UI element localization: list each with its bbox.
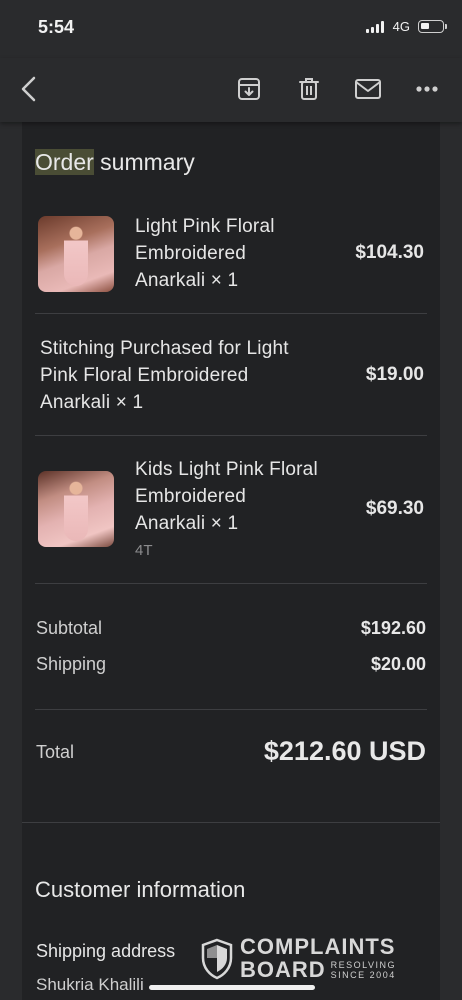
subtotal-label: Subtotal bbox=[36, 618, 103, 638]
trash-icon[interactable] bbox=[294, 74, 324, 104]
more-icon[interactable] bbox=[412, 74, 442, 104]
product-name-line: Anarkali × 1 bbox=[40, 392, 144, 413]
product-name-line: Kids Light Pink Floral bbox=[135, 459, 318, 480]
signal-icon bbox=[365, 20, 384, 33]
back-icon[interactable] bbox=[14, 74, 44, 104]
product-name-line: Embroidered bbox=[135, 243, 246, 264]
status-bar: 5:54 4G bbox=[0, 0, 462, 58]
status-indicators: 4G bbox=[365, 19, 447, 34]
shipping-value: $20.00 bbox=[370, 654, 426, 674]
total-label: Total bbox=[36, 742, 75, 762]
subtotal-value: $192.60 bbox=[360, 618, 426, 638]
home-indicator[interactable] bbox=[149, 985, 315, 990]
shield-logo-icon bbox=[201, 938, 233, 980]
item-divider bbox=[35, 583, 427, 584]
customer-name: Shukria Khalili bbox=[36, 975, 144, 994]
product-name-line: Light Pink Floral bbox=[135, 216, 275, 237]
product-name-line: Anarkali × 1 bbox=[135, 270, 239, 291]
email-body: Order summary Light Pink Floral Embroide… bbox=[22, 122, 440, 1000]
product-image[interactable] bbox=[38, 216, 114, 292]
product-name: Kids Light Pink Floral Embroidered Anark… bbox=[135, 456, 318, 537]
watermark-tag2: SINCE 2004 bbox=[330, 970, 396, 980]
search-highlight: Order bbox=[35, 149, 94, 175]
status-time: 5:54 bbox=[38, 17, 75, 37]
product-name-line: Stitching Purchased for Light bbox=[40, 338, 289, 359]
item-divider bbox=[35, 313, 427, 314]
product-image[interactable] bbox=[38, 471, 114, 547]
complaints-board-watermark: COMPLAINTS BOARD RESOLVING SINCE 2004 bbox=[200, 934, 420, 984]
shipping-label: Shipping bbox=[36, 654, 107, 674]
watermark-line2: BOARD bbox=[240, 957, 326, 982]
shipping-address-label: Shipping address bbox=[36, 941, 176, 961]
mail-icon[interactable] bbox=[353, 74, 383, 104]
product-price: $19.00 bbox=[365, 364, 424, 385]
watermark-line1: COMPLAINTS bbox=[240, 934, 396, 959]
product-price: $104.30 bbox=[355, 242, 424, 263]
product-name: Light Pink Floral Embroidered Anarkali ×… bbox=[135, 213, 275, 294]
order-summary-title-rest: summary bbox=[93, 149, 195, 175]
product-name-line: Pink Floral Embroidered bbox=[40, 365, 249, 386]
watermark-tag1: RESOLVING bbox=[330, 960, 397, 970]
order-summary-title: Order summary bbox=[35, 149, 195, 176]
network-type: 4G bbox=[392, 19, 410, 34]
product-variant: 4T bbox=[135, 542, 153, 559]
total-value: $212.60 USD bbox=[263, 736, 426, 766]
product-name-line: Embroidered bbox=[135, 486, 246, 507]
product-name: Stitching Purchased for Light Pink Flora… bbox=[40, 335, 289, 416]
battery-icon bbox=[418, 20, 447, 33]
product-price: $69.30 bbox=[365, 498, 424, 519]
product-name-line: Anarkali × 1 bbox=[135, 513, 239, 534]
totals-divider bbox=[35, 709, 427, 710]
archive-icon[interactable] bbox=[234, 74, 264, 104]
section-divider bbox=[22, 822, 440, 823]
customer-info-title: Customer information bbox=[35, 877, 246, 902]
email-toolbar bbox=[0, 58, 462, 122]
item-divider bbox=[35, 435, 427, 436]
